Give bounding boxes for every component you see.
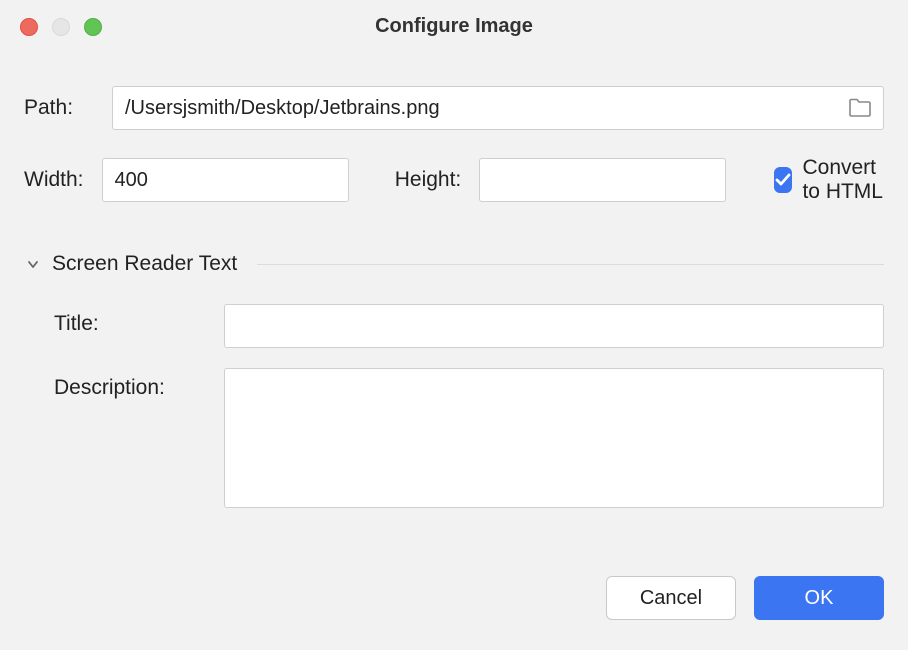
path-row: Path: xyxy=(24,86,884,130)
title-row: Title: xyxy=(24,304,884,348)
path-input-wrap xyxy=(112,86,884,130)
chevron-down-icon xyxy=(24,255,42,273)
width-input[interactable] xyxy=(102,158,349,202)
height-input[interactable] xyxy=(479,158,726,202)
title-label: Title: xyxy=(54,304,224,336)
description-row: Description: xyxy=(24,368,884,513)
cancel-button[interactable]: Cancel xyxy=(606,576,736,620)
description-input[interactable] xyxy=(224,368,884,508)
maximize-window-button[interactable] xyxy=(84,18,102,36)
button-row: Cancel OK xyxy=(24,576,884,626)
minimize-window-button[interactable] xyxy=(52,18,70,36)
height-label: Height: xyxy=(395,168,462,192)
section-header[interactable]: Screen Reader Text xyxy=(24,252,884,276)
close-window-button[interactable] xyxy=(20,18,38,36)
width-label: Width: xyxy=(24,168,84,192)
path-label: Path: xyxy=(24,96,112,120)
convert-checkbox-wrap: Convert to HTML xyxy=(774,156,884,204)
folder-icon[interactable] xyxy=(846,96,874,120)
ok-button[interactable]: OK xyxy=(754,576,884,620)
screen-reader-section: Screen Reader Text Title: Description: xyxy=(24,252,884,533)
dimensions-row: Width: Height: Convert to HTML xyxy=(24,156,884,204)
convert-label: Convert to HTML xyxy=(802,156,884,204)
convert-checkbox[interactable] xyxy=(774,167,792,193)
title-input[interactable] xyxy=(224,304,884,348)
section-separator xyxy=(257,264,884,265)
window-title: Configure Image xyxy=(18,15,890,38)
dialog-content: Path: Width: Height: xyxy=(0,52,908,650)
configure-image-dialog: Configure Image Path: Width: Height: xyxy=(0,0,908,650)
traffic-lights xyxy=(20,18,102,36)
path-input[interactable] xyxy=(112,86,884,130)
section-title: Screen Reader Text xyxy=(52,252,237,276)
description-label: Description: xyxy=(54,368,224,400)
titlebar: Configure Image xyxy=(0,0,908,52)
